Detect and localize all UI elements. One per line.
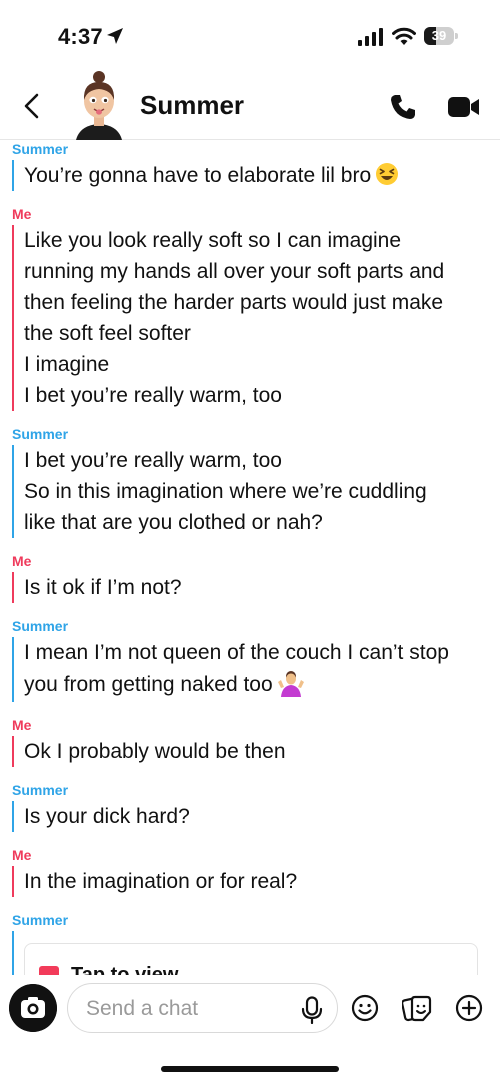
message-line: then feeling the harder parts would just… (24, 291, 444, 314)
message-group: Me Ok I probably would be then (0, 716, 500, 767)
message-body[interactable]: Ok I probably would be then (12, 736, 500, 767)
message-body[interactable]: Is it ok if I’m not? (12, 572, 500, 603)
back-icon[interactable] (20, 92, 44, 120)
emoji-icon[interactable] (351, 994, 379, 1022)
avatar[interactable] (70, 70, 128, 140)
sender-label: Summer (12, 912, 69, 928)
message-line: the soft feel softer (24, 322, 191, 345)
message-line: You’re gonna have to elaborate lil bro (24, 160, 500, 191)
message-group: Me In the imagination or for real? (0, 846, 500, 897)
chat-feed[interactable]: Summer You’re gonna have to elaborate li… (0, 140, 500, 975)
sender-label: Summer (12, 782, 69, 798)
message-group: Summer You’re gonna have to elaborate li… (0, 140, 500, 191)
grinning-squint-emoji (376, 163, 399, 185)
sender-label: Summer (12, 426, 69, 442)
plus-icon[interactable] (455, 994, 483, 1022)
sticker-icon[interactable] (402, 994, 432, 1022)
phone-icon[interactable] (389, 93, 417, 121)
message-line: Like you look really soft so I can imagi… (24, 229, 402, 252)
message-group: Summer I mean I’m not queen of the couch… (0, 617, 500, 702)
location-arrow-icon (107, 28, 123, 44)
wifi-icon (392, 27, 416, 45)
message-line: Is it ok if I’m not? (24, 576, 182, 599)
message-group: Me Is it ok if I’m not? (0, 552, 500, 603)
message-line: I bet you’re really warm, too (24, 449, 282, 472)
message-line: I imagine (24, 353, 110, 376)
message-body[interactable]: Like you look really soft so I can imagi… (12, 225, 500, 411)
message-body[interactable]: I mean I’m not queen of the couch I can’… (12, 637, 500, 702)
message-body[interactable]: Is your dick hard? (12, 801, 500, 832)
composer-bar: Send a chat (0, 975, 500, 1084)
message-group: Summer Is your dick hard? (0, 781, 500, 832)
contact-name[interactable]: Summer (140, 90, 244, 121)
message-line: you from getting naked too (24, 668, 500, 702)
status-bar: 4:37 39 (0, 0, 500, 70)
message-line: I bet you’re really warm, too (24, 384, 282, 407)
message-group: Me Like you look really soft so I can im… (0, 205, 500, 411)
message-body[interactable]: In the imagination or for real? (12, 866, 500, 897)
message-line: running my hands all over your soft part… (24, 260, 445, 283)
snap-label: Tap to view (71, 964, 179, 975)
signal-icon (358, 28, 383, 46)
message-line: In the imagination or for real? (24, 870, 298, 893)
microphone-icon[interactable] (300, 996, 324, 1024)
battery-icon: 39 (424, 27, 458, 45)
message-line: Ok I probably would be then (24, 740, 286, 763)
message-group: Summer Tap to view (0, 911, 500, 975)
message-line: Is your dick hard? (24, 805, 190, 828)
chat-input-placeholder: Send a chat (86, 997, 199, 1020)
snap-card[interactable]: Tap to view (24, 943, 478, 975)
sender-label: Summer (12, 141, 69, 157)
sender-label: Me (12, 206, 32, 222)
camera-icon[interactable] (9, 984, 57, 1032)
message-line: I mean I’m not queen of the couch I can’… (24, 641, 449, 664)
message-group: Summer I bet you’re really warm, too So … (0, 425, 500, 538)
sender-label: Me (12, 847, 32, 863)
status-time: 4:37 (58, 24, 103, 49)
message-body: Tap to view (12, 931, 500, 975)
video-icon[interactable] (448, 96, 480, 118)
battery-level: 39 (431, 28, 447, 43)
message-body[interactable]: I bet you’re really warm, too So in this… (12, 445, 500, 538)
shrug-emoji (277, 671, 304, 697)
message-line: So in this imagination where we’re cuddl… (24, 480, 427, 503)
message-line: like that are you clothed or nah? (24, 511, 323, 534)
chat-input[interactable]: Send a chat (67, 983, 338, 1033)
sender-label: Summer (12, 618, 69, 634)
message-body[interactable]: You’re gonna have to elaborate lil bro (12, 160, 500, 191)
sender-label: Me (12, 717, 32, 733)
sender-label: Me (12, 553, 32, 569)
chat-header: Summer (0, 70, 500, 140)
snap-icon (39, 966, 59, 975)
home-indicator (161, 1066, 339, 1072)
